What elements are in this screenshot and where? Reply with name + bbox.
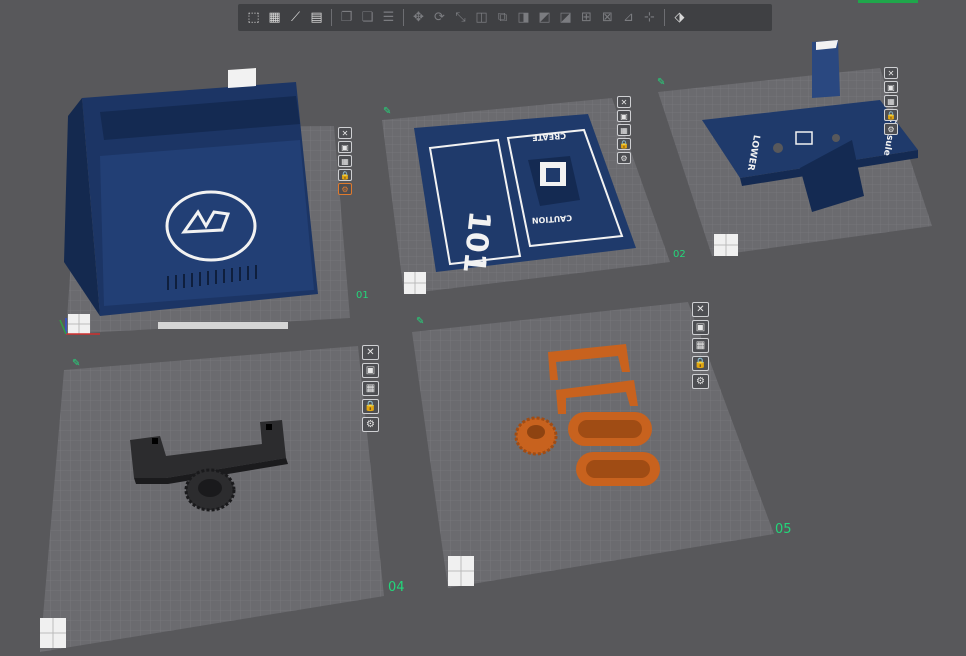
plate-arrange-icon[interactable]: ▦ bbox=[884, 95, 898, 107]
model-orange-gear[interactable] bbox=[514, 416, 558, 456]
plate-lock-icon[interactable]: 🔒 bbox=[692, 356, 709, 371]
3d-viewport[interactable]: 101 CREATE CAUTION LOWER Capsule bbox=[0, 0, 966, 656]
plate-lock-icon[interactable]: 🔒 bbox=[362, 399, 379, 414]
plate-arrange-icon[interactable]: ▦ bbox=[338, 155, 352, 167]
plate-close-icon[interactable]: ✕ bbox=[338, 127, 352, 139]
plate-settings-icon[interactable]: ⚙ bbox=[617, 152, 631, 164]
plate-lock-icon[interactable]: 🔒 bbox=[884, 109, 898, 121]
plate-settings-icon[interactable]: ⚙ bbox=[884, 123, 898, 135]
plate-arrange-icon[interactable]: ▦ bbox=[617, 124, 631, 136]
plate-logo-icon bbox=[714, 234, 738, 256]
model-orange-capsule-2[interactable] bbox=[576, 452, 660, 486]
plate-logo-icon bbox=[40, 618, 66, 648]
model-black-gear[interactable] bbox=[184, 468, 236, 512]
plate-edit-name-icon[interactable]: ✎ bbox=[72, 358, 80, 369]
plate-settings-icon[interactable]: ⚙ bbox=[338, 183, 352, 195]
plate-03-tools: ✕ ▣ ▦ 🔒 ⚙ bbox=[884, 67, 898, 135]
panel-big-text: 101 bbox=[455, 209, 496, 275]
plate-thumbnail-icon[interactable]: ▣ bbox=[362, 363, 379, 378]
plate-edit-name-icon[interactable]: ✎ bbox=[657, 77, 665, 88]
plate-thumbnail-icon[interactable]: ▣ bbox=[692, 320, 709, 335]
plate-label-01: 01 bbox=[356, 290, 369, 301]
plate-lock-icon[interactable]: 🔒 bbox=[338, 169, 352, 181]
plate-close-icon[interactable]: ✕ bbox=[884, 67, 898, 79]
plate-04-tools: ✕ ▣ ▦ 🔒 ⚙ bbox=[362, 345, 379, 432]
plate-settings-icon[interactable]: ⚙ bbox=[692, 374, 709, 389]
plate-label-05: 05 bbox=[775, 522, 792, 537]
plate-close-icon[interactable]: ✕ bbox=[362, 345, 379, 360]
plate-02-tools: ✕ ▣ ▦ 🔒 ⚙ bbox=[617, 96, 631, 164]
model-orange-capsule-1[interactable] bbox=[568, 412, 652, 446]
model-enclosure-box[interactable] bbox=[64, 68, 318, 329]
plate-lock-icon[interactable]: 🔒 bbox=[617, 138, 631, 150]
plate-arrange-icon[interactable]: ▦ bbox=[362, 381, 379, 396]
plate-label-04: 04 bbox=[388, 580, 405, 595]
plate-logo-icon bbox=[448, 556, 474, 586]
plate-close-icon[interactable]: ✕ bbox=[617, 96, 631, 108]
plate-settings-icon[interactable]: ⚙ bbox=[362, 417, 379, 432]
plate-close-icon[interactable]: ✕ bbox=[692, 302, 709, 317]
plate-05-tools: ✕ ▣ ▦ 🔒 ⚙ bbox=[692, 302, 709, 389]
plate-logo-icon bbox=[68, 314, 90, 334]
plate-edit-name-icon[interactable]: ✎ bbox=[416, 316, 424, 327]
plate-edit-name-icon[interactable]: ✎ bbox=[383, 106, 391, 117]
plate-thumbnail-icon[interactable]: ▣ bbox=[338, 141, 352, 153]
plate-logo-icon bbox=[404, 272, 426, 294]
plate-arrange-icon[interactable]: ▦ bbox=[692, 338, 709, 353]
plate-thumbnail-icon[interactable]: ▣ bbox=[884, 81, 898, 93]
plate-thumbnail-icon[interactable]: ▣ bbox=[617, 110, 631, 122]
plate-01-tools: ✕ ▣ ▦ 🔒 ⚙ bbox=[338, 127, 352, 195]
plate-label-02: 02 bbox=[673, 249, 686, 260]
